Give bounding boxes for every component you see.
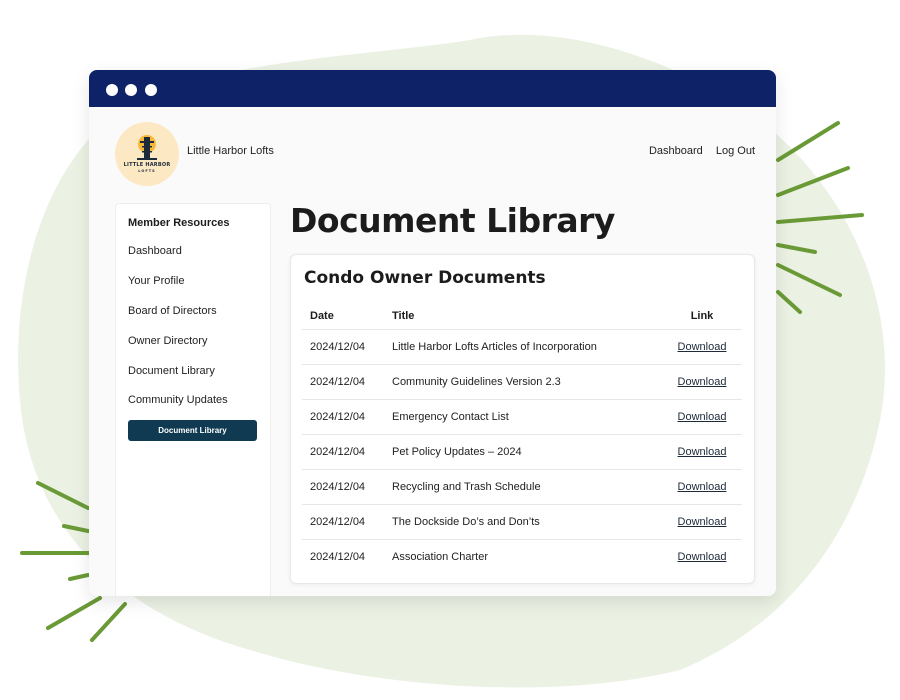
column-header-link: Link	[662, 303, 742, 330]
column-header-date: Date	[302, 303, 392, 330]
lighthouse-icon	[137, 135, 157, 160]
row-date: 2024/12/04	[302, 504, 392, 540]
documents-table: Date Title Link 2024/12/04 Little Harbor…	[302, 303, 742, 574]
column-header-title: Title	[392, 303, 662, 330]
page-title: Document Library	[290, 201, 615, 240]
download-link[interactable]: Download	[678, 481, 727, 493]
download-link[interactable]: Download	[678, 551, 727, 563]
row-title: Community Guidelines Version 2.3	[392, 364, 662, 400]
sidebar-item-community-updates[interactable]: Community Updates	[128, 394, 228, 406]
row-date: 2024/12/04	[302, 364, 392, 400]
table-header-row: Date Title Link	[302, 303, 742, 330]
sidebar-item-dashboard[interactable]: Dashboard	[128, 245, 182, 257]
nav-dashboard-link[interactable]: Dashboard	[649, 145, 703, 157]
document-library-button[interactable]: Document Library	[128, 420, 257, 441]
window-dot-icon[interactable]	[106, 84, 118, 96]
download-link[interactable]: Download	[678, 516, 727, 528]
table-row: 2024/12/04 Community Guidelines Version …	[302, 364, 742, 400]
download-link[interactable]: Download	[678, 446, 727, 458]
table-row: 2024/12/04 The Dockside Do’s and Don’ts …	[302, 504, 742, 540]
documents-card: Condo Owner Documents Date Title Link 20…	[290, 254, 755, 584]
sidebar-item-your-profile[interactable]: Your Profile	[128, 275, 184, 287]
sidebar-title: Member Resources	[128, 217, 230, 229]
window-titlebar	[89, 70, 776, 107]
logo-subtext: LOFTS	[138, 169, 156, 173]
sidebar-item-owner-directory[interactable]: Owner Directory	[128, 335, 207, 347]
site-header: LITTLE HARBOR LOFTS Little Harbor Lofts …	[89, 107, 776, 202]
top-nav: Dashboard Log Out	[639, 145, 755, 157]
table-row: 2024/12/04 Association Charter Download	[302, 540, 742, 575]
row-title: Association Charter	[392, 551, 488, 563]
table-row: 2024/12/04 Emergency Contact List Downlo…	[302, 399, 742, 435]
row-title: The Dockside Do’s and Don’ts	[392, 504, 662, 540]
sidebar: Member Resources Dashboard Your Profile …	[115, 203, 271, 596]
download-link[interactable]: Download	[678, 341, 727, 353]
row-title: Little Harbor Lofts Articles of Incorpor…	[392, 329, 662, 365]
table-row: 2024/12/04 Pet Policy Updates – 2024 Dow…	[302, 434, 742, 470]
sidebar-item-board-of-directors[interactable]: Board of Directors	[128, 305, 217, 317]
browser-window: LITTLE HARBOR LOFTS Little Harbor Lofts …	[89, 70, 776, 596]
download-link[interactable]: Download	[678, 376, 727, 388]
window-dot-icon[interactable]	[145, 84, 157, 96]
row-date: 2024/12/04	[302, 469, 392, 505]
row-title: Emergency Contact List	[392, 399, 662, 435]
row-date: 2024/12/04	[302, 434, 392, 470]
row-title: Pet Policy Updates – 2024	[392, 434, 662, 470]
row-date: 2024/12/04	[302, 399, 392, 435]
card-title: Condo Owner Documents	[304, 268, 546, 288]
download-link[interactable]: Download	[678, 411, 727, 423]
logo-wordmark: LITTLE HARBOR	[123, 162, 171, 168]
nav-logout-link[interactable]: Log Out	[716, 145, 755, 157]
row-title: Recycling and Trash Schedule	[392, 469, 662, 505]
table-row: 2024/12/04 Little Harbor Lofts Articles …	[302, 329, 742, 365]
site-name[interactable]: Little Harbor Lofts	[187, 145, 274, 157]
row-date: 2024/12/04	[302, 329, 392, 365]
table-row: 2024/12/04 Recycling and Trash Schedule …	[302, 469, 742, 505]
site-logo[interactable]: LITTLE HARBOR LOFTS	[115, 122, 179, 186]
sidebar-item-document-library[interactable]: Document Library	[128, 365, 215, 377]
window-dot-icon[interactable]	[125, 84, 137, 96]
row-date: 2024/12/04	[310, 551, 366, 563]
